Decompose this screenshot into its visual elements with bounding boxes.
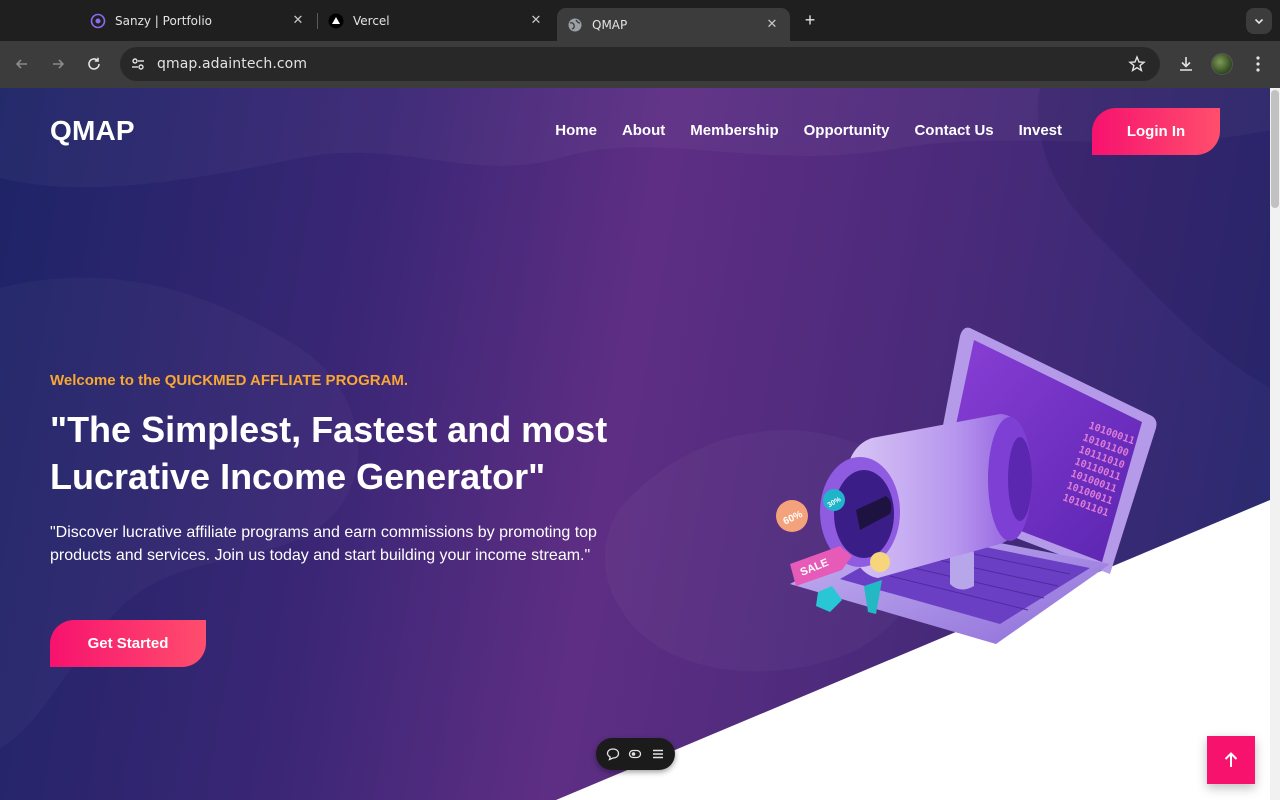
arrow-left-icon: [15, 59, 27, 69]
eye-toggle-icon[interactable]: [627, 746, 643, 762]
get-started-button[interactable]: Get Started: [50, 620, 206, 667]
site-settings-icon[interactable]: [126, 52, 150, 76]
kebab-menu-icon: [1256, 56, 1260, 72]
floating-toolbar: [596, 738, 675, 770]
page-scrollbar[interactable]: [1270, 88, 1280, 800]
nav-home[interactable]: Home: [555, 122, 597, 139]
main-nav: Home About Membership Opportunity Contac…: [555, 122, 1062, 139]
nav-invest[interactable]: Invest: [1019, 122, 1062, 139]
tab-close-icon[interactable]: ✕: [528, 12, 544, 28]
profile-avatar[interactable]: [1211, 53, 1233, 75]
arrow-up-icon: [1224, 752, 1238, 767]
tab-qmap[interactable]: QMAP ✕: [557, 8, 790, 41]
portfolio-favicon-icon: [90, 13, 106, 29]
downloads-button[interactable]: [1175, 53, 1197, 75]
login-button[interactable]: Login In: [1092, 108, 1220, 155]
vercel-triangle-icon: [328, 13, 344, 29]
bookmark-star-icon[interactable]: [1128, 55, 1146, 73]
nav-contact-us[interactable]: Contact Us: [914, 122, 993, 139]
nav-membership[interactable]: Membership: [690, 122, 778, 139]
browser-menu-button[interactable]: [1247, 53, 1269, 75]
comment-icon[interactable]: [605, 746, 621, 762]
tab-close-icon[interactable]: ✕: [764, 16, 780, 32]
browser-tab-bar: Sanzy | Portfolio ✕ Vercel ✕ QMAP ✕ +: [0, 0, 1280, 41]
hero-description: "Discover lucrative affiliate programs a…: [50, 524, 597, 564]
new-tab-button[interactable]: +: [800, 10, 820, 30]
scrollbar-thumb[interactable]: [1271, 90, 1279, 208]
back-button[interactable]: [11, 53, 33, 75]
menu-icon[interactable]: [650, 746, 666, 762]
url-text[interactable]: qmap.adaintech.com: [157, 56, 307, 72]
tab-search-button[interactable]: [1246, 8, 1272, 34]
nav-about[interactable]: About: [622, 122, 665, 139]
chevron-down-icon: [1254, 18, 1264, 25]
tab-vercel[interactable]: Vercel ✕: [318, 0, 554, 41]
arrow-right-icon: [53, 59, 65, 69]
reload-button[interactable]: [83, 53, 105, 75]
download-icon: [1180, 57, 1192, 71]
tab-sanzy-portfolio[interactable]: Sanzy | Portfolio ✕: [80, 0, 316, 41]
forward-button[interactable]: [47, 53, 69, 75]
browser-toolbar: qmap.adaintech.com: [0, 41, 1280, 88]
tab-title: QMAP: [592, 17, 628, 32]
scroll-to-top-button[interactable]: [1207, 736, 1255, 784]
tab-title: Vercel: [353, 13, 390, 28]
hero-headline: "The Simplest, Fastest and most Lucrativ…: [50, 409, 608, 497]
hero-eyebrow: Welcome to the QUICKMED AFFLIATE PROGRAM…: [50, 372, 409, 389]
reload-icon: [88, 57, 100, 70]
tab-close-icon[interactable]: ✕: [290, 12, 306, 28]
globe-icon: [567, 17, 583, 33]
site-logo[interactable]: QMAP: [50, 115, 135, 147]
tab-title: Sanzy | Portfolio: [115, 13, 213, 28]
hero-section: QMAP Home About Membership Opportunity C…: [0, 88, 1280, 800]
nav-opportunity[interactable]: Opportunity: [804, 122, 890, 139]
address-bar[interactable]: qmap.adaintech.com: [120, 47, 1160, 81]
megaphone-laptop-illustration: 10100011 10101100 10111010 10110011 1010…: [776, 327, 1157, 644]
